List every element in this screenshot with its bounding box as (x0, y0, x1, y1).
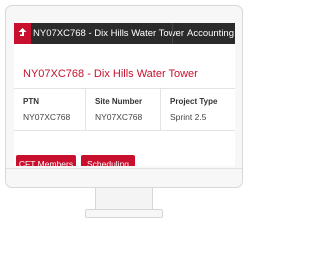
info-value: Sprint 2.5 (170, 112, 207, 122)
info-label: Site Number (95, 97, 143, 106)
arrow-up-icon (18, 28, 27, 36)
info-site-number: Site Number NY07XC768 (86, 89, 161, 130)
info-label: Project Type (170, 97, 218, 106)
scheduling-button[interactable]: Scheduling (81, 155, 135, 166)
back-button[interactable] (14, 23, 31, 44)
info-value: NY07XC768 (95, 112, 143, 122)
monitor-stand-neck (95, 188, 153, 210)
monitor-screen: NY07XC768 - Dix Hills Water Tower Accoun… (14, 23, 235, 166)
divider (14, 130, 235, 131)
monitor-illustration: NY07XC768 - Dix Hills Water Tower Accoun… (0, 0, 250, 263)
tab-accounting[interactable]: Accounting (172, 23, 235, 44)
site-info-grid: PTN NY07XC768 Site Number NY07XC768 Proj… (14, 89, 235, 130)
page-title: NY07XC768 - Dix Hills Water Tower (23, 68, 198, 80)
cft-members-button[interactable]: CFT Members (16, 155, 76, 166)
top-navigation-bar: NY07XC768 - Dix Hills Water Tower Accoun… (14, 23, 235, 44)
info-value: NY07XC768 (23, 112, 71, 122)
monitor-stand-base (85, 209, 163, 218)
monitor-chin (6, 168, 242, 169)
info-project-type: Project Type Sprint 2.5 (161, 89, 235, 130)
info-ptn: PTN NY07XC768 (14, 89, 86, 130)
info-label: PTN (23, 97, 39, 106)
tab-site[interactable]: NY07XC768 - Dix Hills Water Tower (33, 23, 184, 44)
